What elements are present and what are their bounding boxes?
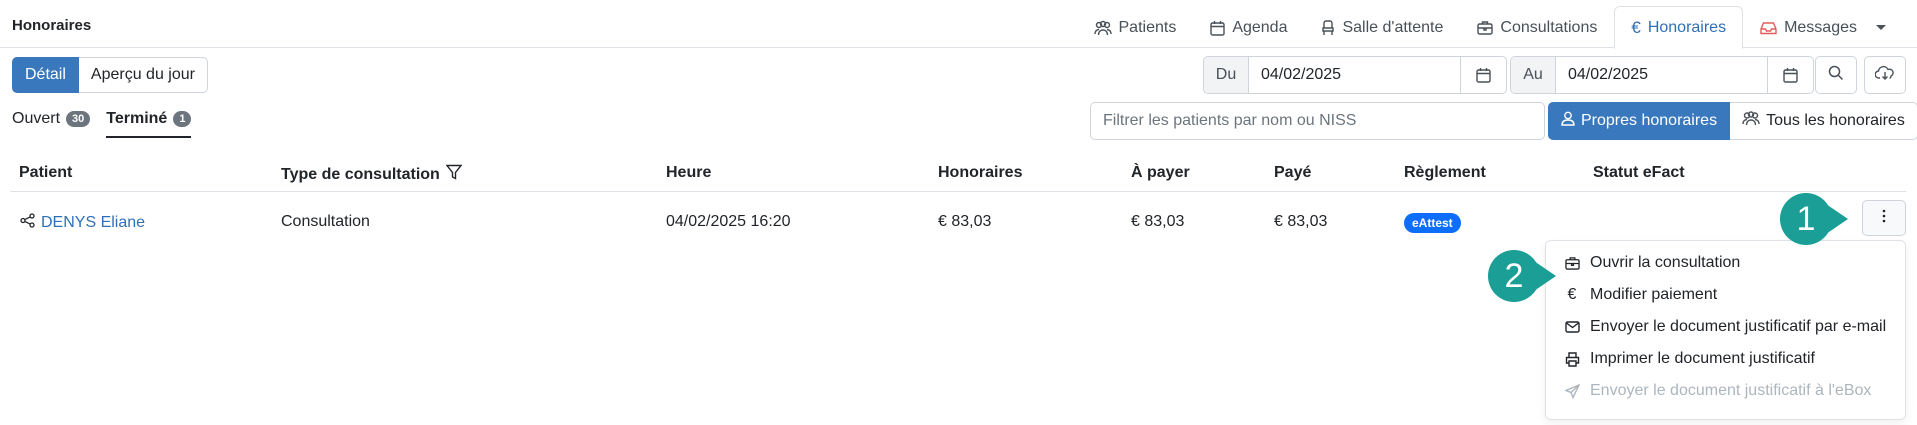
time-cell: 04/02/2025 16:20 [666,213,791,230]
paid-cell: € 83,03 [1274,213,1328,230]
tab-label: Consultations [1500,18,1598,36]
tab-label: Salle d'attente [1342,18,1444,36]
menu-item-send-to-ebox: Envoyer le document justificatif à l'eBo… [1546,375,1905,407]
count-badge: 1 [173,111,192,127]
main-nav: Patients Agenda Salle d'attente Consulta… [1077,6,1904,49]
header-paid[interactable]: Payé [1274,164,1311,182]
menu-item-print-document[interactable]: Imprimer le document justificatif [1546,343,1905,375]
patient-name: DENYS Eliane [41,214,146,231]
date-to-input[interactable] [1556,57,1767,93]
header-settlement[interactable]: Règlement [1404,164,1486,182]
header-efact-status[interactable]: Statut eFact [1593,164,1685,182]
calendar-icon[interactable] [1460,57,1506,93]
consultation-type-cell: Consultation [281,213,370,230]
all-fees-button[interactable]: Tous les honoraires [1730,102,1917,140]
tab-honoraires[interactable]: € Honoraires [1614,6,1744,49]
users-icon [1093,20,1112,36]
menu-item-edit-payment[interactable]: € Modifier paiement [1546,279,1905,311]
menu-item-label: Modifier paiement [1590,286,1718,303]
scope-toggle: Propres honoraires Tous les honoraires [1548,102,1917,140]
tab-open[interactable]: Ouvert 30 [12,110,91,138]
own-fees-label: Propres honoraires [1581,112,1718,129]
search-button[interactable] [1815,56,1857,94]
detail-button[interactable]: Détail [12,57,79,93]
callout-1: 1 [1780,193,1848,245]
envelope-icon [1564,321,1580,333]
count-badge: 30 [66,111,91,127]
callout-number: 1 [1780,193,1832,245]
date-from-group: Du [1203,56,1507,94]
tab-consultations[interactable]: Consultations [1460,6,1614,48]
header-fees[interactable]: Honoraires [938,164,1022,182]
tab-label: Honoraires [1647,19,1727,36]
header-to-pay[interactable]: À payer [1131,164,1190,182]
status-tabs: Ouvert 30 Terminé 1 [12,110,192,138]
header-patient[interactable]: Patient [19,164,72,182]
printer-icon [1564,351,1580,367]
top-bar: Honoraires Patients Agenda Salle d'atten… [0,0,1917,49]
menu-item-label: Envoyer le document justificatif par e-m… [1590,318,1887,335]
header-label: Type de consultation [281,165,440,183]
date-to-label: Au [1511,57,1556,93]
row-actions-menu: Ouvrir la consultation € Modifier paieme… [1545,240,1906,420]
table-header: Patient Type de consultation Heure Honor… [10,160,1906,192]
search-icon [1828,65,1844,86]
date-from-input[interactable] [1249,57,1460,93]
filter-icon[interactable] [445,164,463,185]
briefcase-icon [1564,256,1580,270]
patient-link[interactable]: DENYS Eliane [20,213,145,233]
callout-arrow [1826,204,1848,234]
kebab-menu-icon [1882,209,1886,228]
header-time[interactable]: Heure [666,164,711,182]
date-from-label: Du [1204,57,1249,93]
tab-label: Agenda [1232,18,1288,36]
tab-label: Terminé [106,110,168,127]
to-pay-cell: € 83,03 [1131,213,1185,230]
tab-label: Ouvert [12,110,61,127]
fees-cell: € 83,03 [938,213,992,230]
chair-icon [1321,19,1335,36]
row-actions-button[interactable] [1862,200,1906,236]
tab-messages[interactable]: Messages [1743,6,1903,48]
callout-number: 2 [1488,250,1540,302]
menu-item-email-document[interactable]: Envoyer le document justificatif par e-m… [1546,311,1905,343]
menu-item-label: Imprimer le document justificatif [1590,350,1815,367]
calendar-icon [1210,20,1226,36]
briefcase-icon [1477,20,1494,35]
euro-icon: € [1631,18,1641,37]
header-consultation-type[interactable]: Type de consultation [281,164,463,185]
tab-waiting-room[interactable]: Salle d'attente [1304,6,1460,48]
user-icon [1561,111,1575,131]
all-fees-label: Tous les honoraires [1766,112,1905,129]
date-to-group: Au [1510,56,1814,94]
tab-done[interactable]: Terminé 1 [106,110,192,138]
share-nodes-icon [20,213,35,233]
users-icon [1742,111,1760,131]
menu-item-label: Envoyer le document justificatif à l'eBo… [1590,382,1872,399]
tab-label: Patients [1118,18,1177,36]
settlement-cell: eAttest [1404,213,1461,233]
euro-icon: € [1567,286,1577,303]
own-fees-button[interactable]: Propres honoraires [1548,102,1731,140]
chevron-down-icon [1876,25,1886,30]
menu-item-open-consultation[interactable]: Ouvrir la consultation [1546,247,1905,279]
tab-patients[interactable]: Patients [1077,6,1194,48]
callout-2: 2 [1488,250,1556,302]
view-toggle: Détail Aperçu du jour [12,57,208,93]
patient-filter-input[interactable] [1090,102,1545,140]
inbox-icon [1760,21,1777,35]
status-badge: eAttest [1404,213,1461,233]
day-overview-button[interactable]: Aperçu du jour [78,57,208,93]
send-icon [1564,383,1580,399]
calendar-icon[interactable] [1767,57,1813,93]
cloud-download-icon [1874,65,1895,86]
menu-item-label: Ouvrir la consultation [1590,254,1741,271]
page-title: Honoraires [12,17,92,34]
tab-label: Messages [1784,18,1857,36]
download-button[interactable] [1864,56,1906,94]
callout-arrow [1534,261,1556,291]
tab-agenda[interactable]: Agenda [1193,6,1304,48]
